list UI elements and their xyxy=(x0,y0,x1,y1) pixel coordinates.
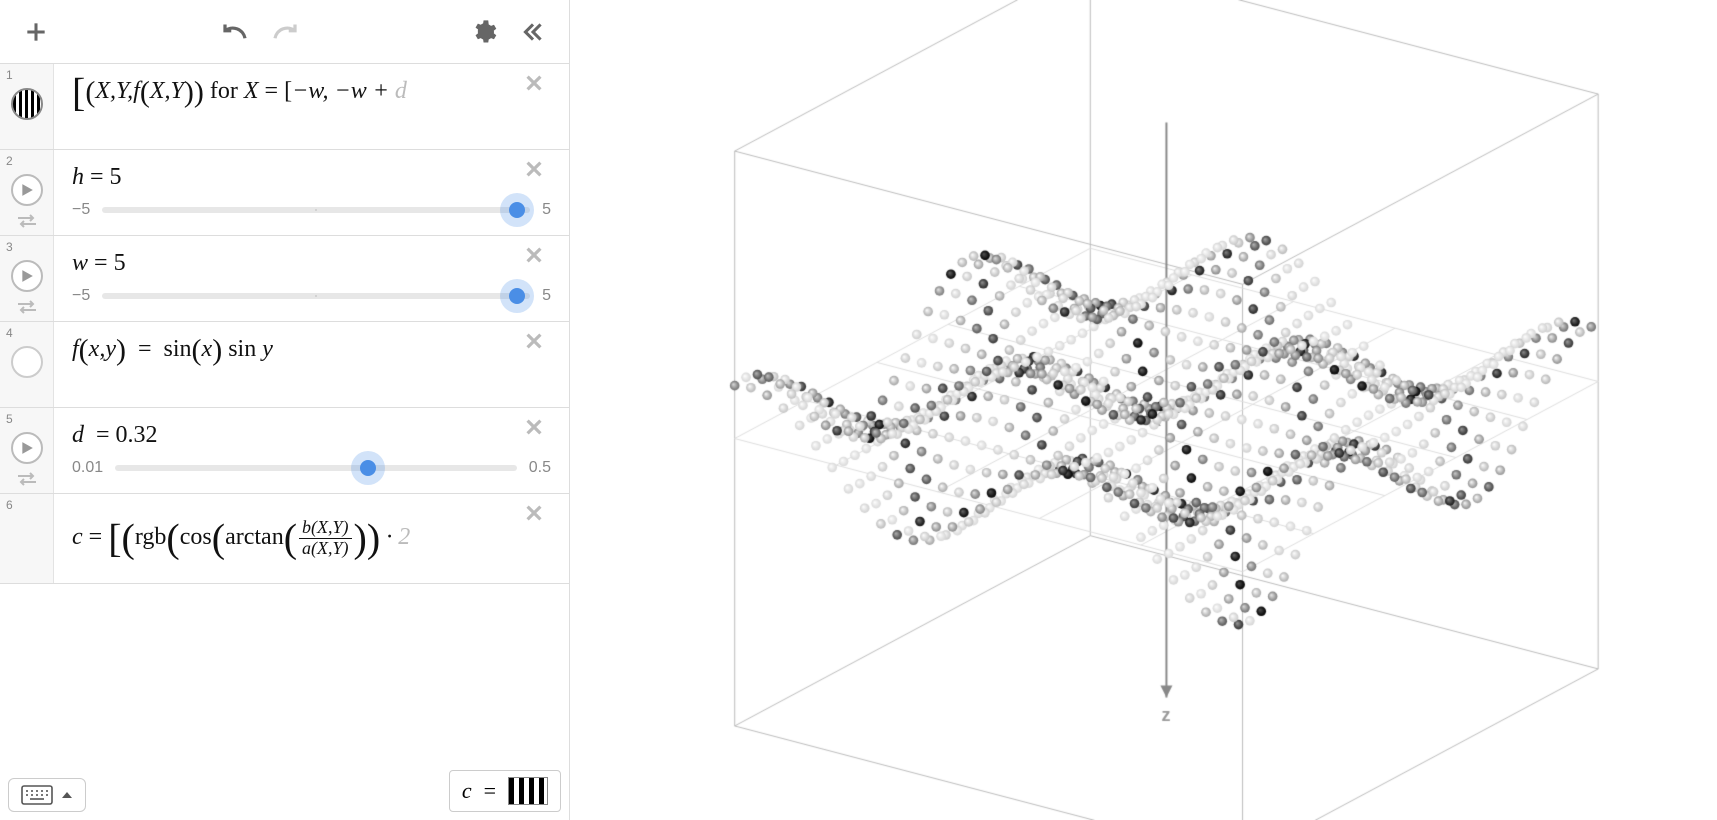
delete-row-button[interactable] xyxy=(523,158,545,185)
slider-label: w = 5 xyxy=(72,250,551,277)
row-index: 4 xyxy=(6,326,13,340)
row-index: 6 xyxy=(6,498,13,512)
play-button[interactable] xyxy=(11,432,43,464)
slider-track[interactable] xyxy=(102,207,530,213)
delete-row-button[interactable] xyxy=(523,330,545,357)
row-index: 3 xyxy=(6,240,13,254)
expression-row[interactable]: 1 [(X,Y,f(X,Y)) for X = [−w, −w + d xyxy=(0,64,569,150)
loop-icon[interactable] xyxy=(16,300,38,317)
undo-button[interactable] xyxy=(217,14,253,50)
row-gutter: 4 xyxy=(0,322,54,407)
row-gutter: 6 xyxy=(0,494,54,583)
delete-row-button[interactable] xyxy=(523,416,545,443)
expression-content[interactable]: [(X,Y,f(X,Y)) for X = [−w, −w + d xyxy=(54,64,569,149)
expression-row[interactable]: 3 w = 5 −5 5 xyxy=(0,236,569,322)
result-lhs: c xyxy=(462,778,472,803)
collapse-panel-button[interactable] xyxy=(515,14,551,50)
math-expression[interactable]: [(X,Y,f(X,Y)) for X = [−w, −w + d xyxy=(72,78,551,105)
expression-row[interactable]: 5 d = 0.32 0.01 0.5 xyxy=(0,408,569,494)
row-gutter: 5 xyxy=(0,408,54,493)
expression-panel: 1 [(X,Y,f(X,Y)) for X = [−w, −w + d 2 h = 5… xyxy=(0,0,570,820)
keyboard-toggle-button[interactable] xyxy=(8,778,86,812)
row-index: 5 xyxy=(6,412,13,426)
row-index: 1 xyxy=(6,68,13,82)
expression-content[interactable]: c = [(rgb(cos(arctan(b(X,Y)a(X,Y))) · 2 xyxy=(54,494,569,583)
result-eq: = xyxy=(484,778,496,804)
slider-track[interactable] xyxy=(102,293,530,299)
row-gutter: 1 xyxy=(0,64,54,149)
slider-track[interactable] xyxy=(115,465,517,471)
slider-min[interactable]: −5 xyxy=(72,201,90,219)
add-expression-button[interactable] xyxy=(18,14,54,50)
slider[interactable]: −5 5 xyxy=(72,287,551,305)
row-index: 2 xyxy=(6,154,13,168)
expression-row[interactable]: 4 f(x,y) = sin(x) sin y xyxy=(0,322,569,408)
row-gutter: 3 xyxy=(0,236,54,321)
expression-list[interactable]: 1 [(X,Y,f(X,Y)) for X = [−w, −w + d 2 h = 5… xyxy=(0,64,569,820)
slider-min[interactable]: −5 xyxy=(72,287,90,305)
row-gutter: 2 xyxy=(0,150,54,235)
loop-icon[interactable] xyxy=(16,472,38,489)
expression-content[interactable]: d = 0.32 0.01 0.5 xyxy=(54,408,569,493)
slider-thumb[interactable] xyxy=(509,202,525,218)
expression-content[interactable]: h = 5 −5 5 xyxy=(54,150,569,235)
slider-min[interactable]: 0.01 xyxy=(72,459,103,477)
slider-max[interactable]: 0.5 xyxy=(529,459,551,477)
slider-thumb[interactable] xyxy=(360,460,376,476)
redo-button[interactable] xyxy=(267,14,303,50)
play-button[interactable] xyxy=(11,260,43,292)
barcode-icon[interactable] xyxy=(11,88,43,120)
math-expression[interactable]: c = [(rgb(cos(arctan(b(X,Y)a(X,Y))) · 2 xyxy=(72,518,551,559)
expression-content[interactable]: w = 5 −5 5 xyxy=(54,236,569,321)
surface-plot-canvas xyxy=(570,0,1717,820)
slider-thumb[interactable] xyxy=(509,288,525,304)
delete-row-button[interactable] xyxy=(523,502,545,529)
graph-viewport[interactable] xyxy=(570,0,1717,820)
visibility-toggle[interactable] xyxy=(11,346,43,378)
delete-row-button[interactable] xyxy=(523,244,545,271)
slider-max[interactable]: 5 xyxy=(542,287,551,305)
play-button[interactable] xyxy=(11,174,43,206)
result-chip[interactable]: c = xyxy=(449,770,561,812)
loop-icon[interactable] xyxy=(16,214,38,231)
slider-max[interactable]: 5 xyxy=(542,201,551,219)
slider-label: h = 5 xyxy=(72,164,551,191)
expression-content[interactable]: f(x,y) = sin(x) sin y xyxy=(54,322,569,407)
expression-row[interactable]: 6 c = [(rgb(cos(arctan(b(X,Y)a(X,Y))) · 2 xyxy=(0,494,569,584)
slider-label: d = 0.32 xyxy=(72,422,551,449)
toolbar xyxy=(0,0,569,64)
slider[interactable]: −5 5 xyxy=(72,201,551,219)
expression-row[interactable]: 2 h = 5 −5 5 xyxy=(0,150,569,236)
slider[interactable]: 0.01 0.5 xyxy=(72,459,551,477)
settings-button[interactable] xyxy=(465,14,501,50)
math-expression[interactable]: f(x,y) = sin(x) sin y xyxy=(72,336,551,363)
barcode-swatch-icon xyxy=(508,777,548,805)
delete-row-button[interactable] xyxy=(523,72,545,99)
